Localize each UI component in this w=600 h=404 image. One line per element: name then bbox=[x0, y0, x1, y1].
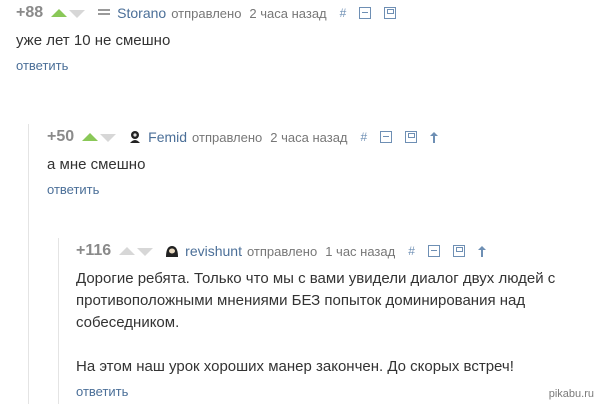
author-link[interactable]: Femid bbox=[148, 129, 187, 145]
comment-rating: +88 bbox=[16, 4, 44, 21]
vote-arrows bbox=[82, 132, 118, 142]
author-link[interactable]: Storano bbox=[117, 5, 166, 21]
comment: +88 Storano отправлено 2 часа назад # уж… bbox=[0, 0, 600, 75]
vote-down-icon[interactable] bbox=[137, 248, 154, 256]
save-icon[interactable] bbox=[405, 131, 418, 143]
comment-text: а мне смешно bbox=[47, 154, 600, 176]
comment-text: Дорогие ребята. Только что мы с вами уви… bbox=[76, 268, 576, 378]
avatar[interactable] bbox=[128, 130, 142, 144]
comment-rating: +50 bbox=[47, 128, 75, 145]
sent-label: отправлено bbox=[246, 243, 318, 259]
watermark-logo: pikabu.ru bbox=[548, 388, 594, 400]
avatar[interactable] bbox=[97, 6, 111, 20]
reply-link[interactable]: ответить bbox=[16, 58, 68, 73]
comment-header: +88 Storano отправлено 2 часа назад # bbox=[16, 0, 600, 26]
vote-down-icon[interactable] bbox=[100, 134, 117, 142]
comment-header: +116 revishunt отправлено 1 час назад # bbox=[76, 238, 600, 264]
comment-header: +50 Femid отправлено 2 часа назад # bbox=[47, 124, 600, 150]
comment-paragraph: уже лет 10 не смешно bbox=[16, 32, 171, 49]
save-icon[interactable] bbox=[452, 245, 465, 257]
user-avatar-icon bbox=[166, 246, 179, 257]
avatar[interactable] bbox=[165, 244, 179, 258]
reply-link[interactable]: ответить bbox=[76, 384, 128, 399]
vote-up-icon[interactable] bbox=[82, 133, 99, 141]
permalink-hash[interactable]: # bbox=[408, 244, 415, 258]
comment-text: уже лет 10 не смешно bbox=[16, 30, 600, 52]
vote-arrows bbox=[51, 8, 87, 18]
comment-time[interactable]: 2 часа назад bbox=[249, 6, 326, 21]
permalink-hash[interactable]: # bbox=[340, 6, 347, 20]
arrow-up-icon[interactable] bbox=[430, 131, 439, 143]
comment-time[interactable]: 2 часа назад bbox=[270, 130, 347, 145]
comment-rating: +116 bbox=[76, 242, 112, 259]
user-avatar-icon bbox=[130, 131, 141, 143]
collapse-icon[interactable] bbox=[380, 131, 393, 143]
vote-up-icon[interactable] bbox=[51, 9, 68, 17]
vote-up-icon[interactable] bbox=[119, 247, 136, 255]
permalink-hash[interactable]: # bbox=[361, 130, 368, 144]
sent-label: отправлено bbox=[171, 5, 242, 21]
collapse-icon[interactable] bbox=[359, 7, 372, 19]
comment-paragraph: На этом наш урок хороших манер закончен.… bbox=[76, 358, 514, 375]
comment-time[interactable]: 1 час назад bbox=[325, 244, 395, 259]
vote-arrows bbox=[119, 246, 155, 256]
author-link[interactable]: revishunt bbox=[185, 243, 242, 259]
vote-down-icon[interactable] bbox=[69, 10, 86, 18]
comment-paragraph: а мне смешно bbox=[47, 156, 146, 173]
comment-paragraph: Дорогие ребята. Только что мы с вами уви… bbox=[76, 270, 556, 331]
save-icon[interactable] bbox=[384, 7, 397, 19]
collapse-icon[interactable] bbox=[427, 245, 440, 257]
reply-link[interactable]: ответить bbox=[47, 182, 99, 197]
sent-label: отправлено bbox=[192, 129, 263, 145]
arrow-up-icon[interactable] bbox=[477, 245, 486, 257]
stripes-avatar-icon bbox=[98, 9, 111, 15]
comment-reply-level-2: +116 revishunt отправлено 1 час назад # … bbox=[58, 238, 600, 404]
